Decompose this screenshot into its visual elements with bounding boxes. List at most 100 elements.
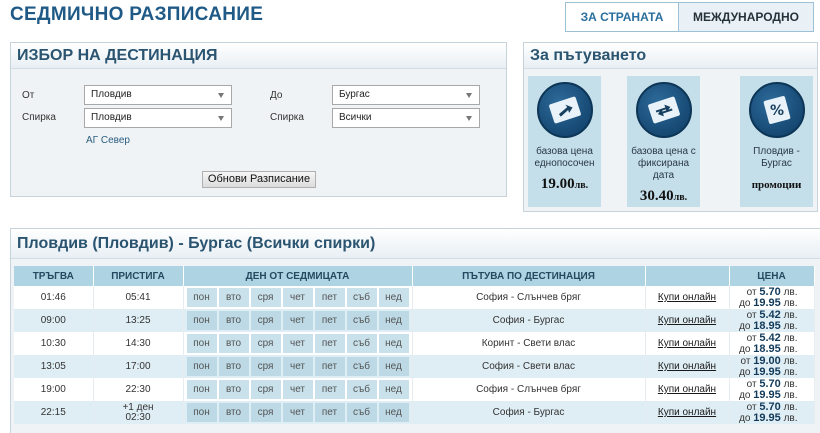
buy-online-link[interactable]: Купи онлайн: [658, 361, 716, 372]
route-name: София - Бургас: [492, 315, 565, 326]
weekday-5: съб: [346, 334, 377, 353]
chevron-down-icon: [466, 93, 472, 98]
chevron-down-icon: [218, 93, 224, 98]
promotions-route: Пловдив - Бургас: [753, 146, 800, 169]
weekday-1: вто: [218, 288, 249, 307]
col-depart: ТРЪГВА: [14, 266, 94, 286]
trip-panel-title: За пътуването: [524, 43, 817, 69]
table-row: 10:30 14:30 пон вто сря чет пет съб нед Коринт - …: [14, 332, 815, 355]
col-price: ЦЕНА: [729, 266, 815, 286]
price-cell: от 5.70 лв. до 19.95 лв.: [729, 401, 815, 424]
buy-online-link[interactable]: Купи онлайн: [658, 338, 716, 349]
to-stop-label: Спирка: [270, 112, 304, 123]
weekday-4: пет: [314, 380, 345, 399]
to-stop-select[interactable]: Всички: [332, 108, 480, 128]
weekday-0: пон: [186, 311, 217, 330]
depart-time: 10:30: [40, 338, 66, 349]
weekday-1: вто: [218, 403, 249, 422]
depart-time: 13:05: [40, 361, 66, 372]
table-row: 13:05 17:00 пон вто сря чет пет съб нед София - С…: [14, 355, 815, 378]
one-way-label: базова цена еднопосочен: [534, 146, 595, 169]
weekday-3: чет: [282, 311, 313, 330]
weekday-6: нед: [378, 288, 409, 307]
weekdays-cell: пон вто сря чет пет съб нед: [183, 332, 413, 355]
route-name: София - Свети влас: [482, 361, 575, 372]
to-label: До: [270, 90, 283, 101]
buy-online-link[interactable]: Купи онлайн: [658, 292, 716, 303]
from-stop-value: Пловдив: [91, 112, 132, 123]
to-select-value: Бургас: [339, 89, 370, 100]
weekday-3: чет: [282, 357, 313, 376]
chevron-down-icon: [218, 116, 224, 121]
weekday-4: пет: [314, 334, 345, 353]
weekday-4: пет: [314, 311, 345, 330]
weekday-5: съб: [346, 311, 377, 330]
weekday-2: сря: [250, 311, 281, 330]
tab-international[interactable]: МЕЖДУНАРОДНО: [679, 2, 814, 32]
buy-online-link[interactable]: Купи онлайн: [658, 407, 716, 418]
route-name: София - Слънчев бряг: [476, 292, 581, 303]
weekday-1: вто: [218, 311, 249, 330]
price-to: 19.95: [753, 388, 781, 401]
buy-cell: Купи онлайн: [645, 378, 730, 401]
from-stop-label: Спирка: [22, 112, 56, 123]
route-name: Коринт - Свети влас: [481, 338, 576, 349]
table-row: 09:00 13:25 пон вто сря чет пет съб нед София - Б…: [14, 309, 815, 332]
arrive-time: 13:25: [125, 315, 151, 326]
weekday-3: чет: [282, 288, 313, 307]
promotions-card[interactable]: % Пловдив - Бургас промоции: [740, 76, 813, 207]
arrive-cell: 14:30: [93, 332, 184, 355]
price-cell: от 5.70 лв. до 19.95 лв.: [729, 378, 815, 401]
buy-cell: Купи онлайн: [645, 355, 730, 378]
from-stop-select[interactable]: Пловдив: [84, 108, 232, 128]
from-label: От: [22, 90, 35, 101]
refresh-schedule-button[interactable]: Обнови Разписание: [202, 171, 316, 188]
to-select[interactable]: Бургас: [332, 85, 480, 105]
buy-online-link[interactable]: Купи онлайн: [658, 384, 716, 395]
region-tabs: ЗА СТРАНАТА МЕЖДУНАРОДНО: [565, 2, 814, 32]
weekday-3: чет: [282, 334, 313, 353]
weekdays-cell: пон вто сря чет пет съб нед: [183, 378, 413, 401]
weekday-5: съб: [346, 403, 377, 422]
weekday-5: съб: [346, 357, 377, 376]
buy-cell: Купи онлайн: [645, 332, 730, 355]
weekday-2: сря: [250, 403, 281, 422]
depart-time: 01:46: [40, 292, 66, 303]
one-way-price-card[interactable]: базова цена еднопосочен 19.00лв.: [528, 76, 601, 207]
buy-online-link[interactable]: Купи онлайн: [658, 315, 716, 326]
arrive-cell: 17:00: [93, 355, 184, 378]
weekday-6: нед: [378, 311, 409, 330]
weekday-6: нед: [378, 403, 409, 422]
trip-panel: За пътуването базова цена еднопосочен 19…: [523, 42, 818, 212]
promotions-label: промоции: [751, 179, 802, 191]
fixed-date-price: 30.40лв.: [639, 188, 688, 204]
weekday-4: пет: [314, 357, 345, 376]
weekday-1: вто: [218, 380, 249, 399]
arrive-cell: 13:25: [93, 309, 184, 332]
weekday-0: пон: [186, 403, 217, 422]
from-select[interactable]: Пловдив: [84, 85, 232, 105]
depart-time: 22:15: [40, 407, 66, 418]
buy-cell: Купи онлайн: [645, 401, 730, 424]
weekdays-cell: пон вто сря чет пет съб нед: [183, 355, 413, 378]
price-cell: от 5.42 лв. до 18.95 лв.: [729, 332, 815, 355]
weekdays-cell: пон вто сря чет пет съб нед: [183, 401, 413, 424]
table-row: 22:15 +1 ден 02:30 пон вто сря чет пет съб нед Соф…: [14, 401, 815, 424]
tab-domestic[interactable]: ЗА СТРАНАТА: [565, 2, 679, 32]
weekday-4: пет: [314, 403, 345, 422]
arrive-time: 17:00: [125, 361, 151, 372]
chevron-down-icon: [466, 116, 472, 121]
weekday-6: нед: [378, 357, 409, 376]
from-select-value: Пловдив: [91, 89, 132, 100]
destination-panel-title: ИЗБОР НА ДЕСТИНАЦИЯ: [11, 43, 506, 69]
weekday-0: пон: [186, 334, 217, 353]
weekday-4: пет: [314, 288, 345, 307]
fixed-date-price-card[interactable]: базова цена с фиксирана дата 30.40лв.: [627, 76, 700, 207]
depart-time: 19:00: [40, 384, 66, 395]
table-row: 19:00 22:30 пон вто сря чет пет съб нед София - С…: [14, 378, 815, 401]
weekdays-cell: пон вто сря чет пет съб нед: [183, 286, 413, 309]
depart-cell: 01:46: [14, 286, 94, 309]
depart-cell: 10:30: [14, 332, 94, 355]
weekday-3: чет: [282, 380, 313, 399]
ticket-percent-icon: %: [748, 82, 805, 138]
